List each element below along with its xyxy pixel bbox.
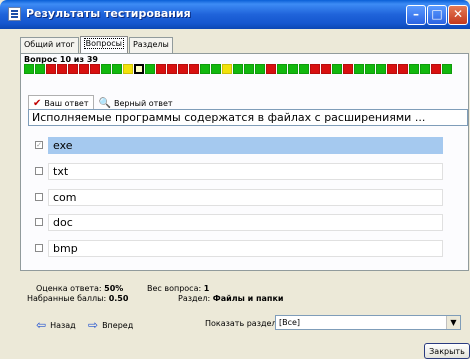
question-marker[interactable] <box>112 64 122 74</box>
tab-summary[interactable]: Общий итог <box>20 37 79 54</box>
tab-your-answer-label: Ваш ответ <box>44 98 89 108</box>
question-marker[interactable] <box>365 64 375 74</box>
tab-questions-label: Вопросы <box>83 38 124 49</box>
magnifier-icon: 🔍 <box>98 97 111 109</box>
question-text: Исполняемые программы содержатся в файла… <box>28 109 468 126</box>
answer-option[interactable]: bmp <box>35 240 443 257</box>
question-marker[interactable] <box>332 64 342 74</box>
question-marker[interactable] <box>255 64 265 74</box>
score-value: 50% <box>104 284 124 293</box>
arrow-right-icon: ⇨ <box>88 318 99 332</box>
chevron-down-icon[interactable]: ▼ <box>446 316 460 329</box>
tab-your-answer[interactable]: ✔ Ваш ответ <box>28 95 94 110</box>
app-icon <box>8 7 21 21</box>
close-window-button[interactable]: ✕ <box>448 5 468 25</box>
question-marker[interactable] <box>299 64 309 74</box>
tab-sections[interactable]: Разделы <box>128 37 173 54</box>
points-stat: Набранные баллы: 0.50 <box>27 294 128 303</box>
question-marker[interactable] <box>387 64 397 74</box>
answer-checkbox[interactable] <box>35 167 43 175</box>
question-marker[interactable] <box>266 64 276 74</box>
score-stat: Оценка ответа: 50% <box>36 284 123 293</box>
answer-tabs: ✔ Ваш ответ 🔍 Верный ответ <box>28 95 178 110</box>
section-stat: Раздел: Файлы и папки <box>178 294 284 303</box>
answer-checkbox[interactable] <box>35 218 43 226</box>
answer-checkbox[interactable] <box>35 193 43 201</box>
question-marker[interactable] <box>222 64 232 74</box>
weight-stat: Вес вопроса: 1 <box>147 284 209 293</box>
question-marker[interactable] <box>167 64 177 74</box>
answer-text: exe <box>48 137 443 154</box>
answer-text: bmp <box>48 240 443 257</box>
question-marker[interactable] <box>145 64 155 74</box>
question-marker[interactable] <box>178 64 188 74</box>
question-marker[interactable] <box>35 64 45 74</box>
back-button[interactable]: ⇦ Назад <box>36 318 76 332</box>
minimize-button[interactable]: – <box>406 5 426 25</box>
question-marker[interactable] <box>442 64 452 74</box>
forward-button[interactable]: ⇨ Вперед <box>88 318 133 332</box>
back-label: Назад <box>50 320 76 330</box>
question-marker[interactable] <box>354 64 364 74</box>
answer-option[interactable]: doc <box>35 214 443 231</box>
question-marker[interactable] <box>189 64 199 74</box>
close-button[interactable]: Закрыть <box>424 343 470 359</box>
question-marker[interactable] <box>101 64 111 74</box>
question-marker[interactable] <box>79 64 89 74</box>
question-marker[interactable] <box>420 64 430 74</box>
results-window: Результаты тестирования – □ ✕ Общий итог… <box>0 0 470 359</box>
question-marker[interactable] <box>57 64 67 74</box>
question-marker[interactable] <box>233 64 243 74</box>
answer-option[interactable]: com <box>35 189 443 206</box>
question-marker[interactable] <box>288 64 298 74</box>
maximize-button[interactable]: □ <box>427 5 447 25</box>
question-marker[interactable] <box>398 64 408 74</box>
points-label: Набранные баллы: <box>27 294 107 303</box>
answer-text: txt <box>48 163 443 180</box>
section-value: Файлы и папки <box>212 294 284 303</box>
check-icon: ✔ <box>33 97 42 109</box>
answer-text: com <box>48 189 443 206</box>
forward-label: Вперед <box>102 320 134 330</box>
question-marker[interactable] <box>123 64 133 74</box>
section-label: Раздел: <box>178 294 211 303</box>
question-marker[interactable] <box>244 64 254 74</box>
answer-text: doc <box>48 214 443 231</box>
tab-questions[interactable]: Вопросы <box>79 36 128 54</box>
current-question-marker[interactable] <box>134 64 144 74</box>
tab-correct-answer-label: Верный ответ <box>113 98 173 108</box>
question-marker[interactable] <box>24 64 34 74</box>
question-marker[interactable] <box>277 64 287 74</box>
answer-checkbox[interactable] <box>35 244 43 252</box>
question-marker[interactable] <box>343 64 353 74</box>
question-marker[interactable] <box>211 64 221 74</box>
arrow-left-icon: ⇦ <box>36 318 47 332</box>
question-marker[interactable] <box>156 64 166 74</box>
section-filter-label: Показать раздел: <box>205 319 280 328</box>
question-marker[interactable] <box>376 64 386 74</box>
weight-label: Вес вопроса: <box>147 284 202 293</box>
window-title: Результаты тестирования <box>26 7 191 20</box>
section-filter-select[interactable]: [Все] ▼ <box>275 315 461 330</box>
answer-checkbox[interactable]: ✓ <box>35 141 43 149</box>
question-marker[interactable] <box>68 64 78 74</box>
question-marker[interactable] <box>321 64 331 74</box>
answer-option[interactable]: txt <box>35 163 443 180</box>
question-marker[interactable] <box>46 64 56 74</box>
weight-value: 1 <box>203 284 210 293</box>
question-marker[interactable] <box>200 64 210 74</box>
question-marker[interactable] <box>90 64 100 74</box>
answer-option[interactable]: ✓ exe <box>35 137 443 154</box>
question-marker[interactable] <box>409 64 419 74</box>
score-label: Оценка ответа: <box>36 284 102 293</box>
question-grid <box>24 64 453 77</box>
main-tabs: Общий итог Вопросы Разделы <box>20 36 174 54</box>
questions-panel <box>20 53 469 271</box>
points-value: 0.50 <box>108 294 129 303</box>
question-marker[interactable] <box>431 64 441 74</box>
question-counter: Вопрос 10 из 39 <box>24 55 98 64</box>
section-filter-value: [Все] <box>279 318 301 327</box>
title-bar[interactable]: Результаты тестирования – □ ✕ <box>0 0 470 29</box>
question-marker[interactable] <box>310 64 320 74</box>
